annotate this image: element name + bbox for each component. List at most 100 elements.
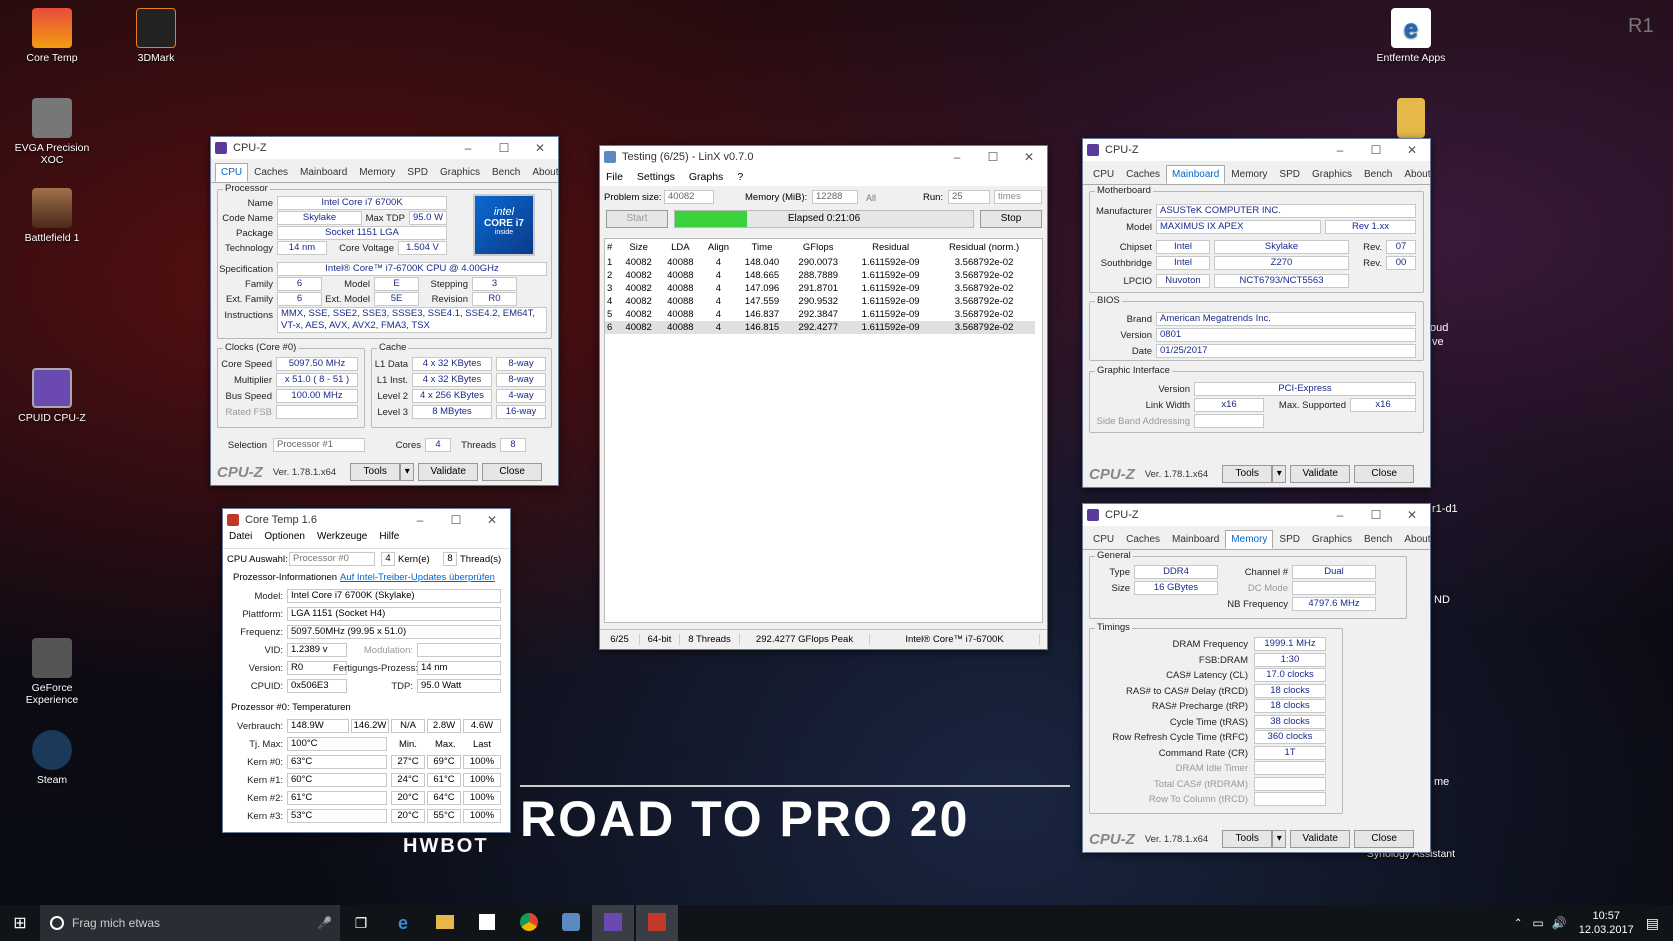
maximize-icon[interactable]: ☐ <box>975 146 1011 168</box>
desktop-icon-evga[interactable]: EVGA Precision XOC <box>7 98 97 166</box>
tab-spd[interactable]: SPD <box>401 163 434 182</box>
table-row[interactable]: 6 40082 40088 4 146.815 292.4277 1.611592e-09 3… <box>605 321 1035 334</box>
tab-mainboard[interactable]: Mainboard <box>1166 165 1226 184</box>
title-bar[interactable]: CPU-Z – ☐ ✕ <box>211 137 558 159</box>
volume-icon[interactable]: 🔊 <box>1552 916 1567 930</box>
tab-bench[interactable]: Bench <box>486 163 526 182</box>
desktop-icon-steam[interactable]: Steam <box>7 730 97 786</box>
column-header[interactable]: # <box>605 239 618 256</box>
chrome-icon[interactable] <box>508 912 550 934</box>
tab-cpu[interactable]: CPU <box>1087 165 1120 184</box>
run-count-input[interactable]: 25 <box>948 190 990 204</box>
close-icon[interactable]: ✕ <box>474 509 510 531</box>
tab-caches[interactable]: Caches <box>248 163 294 182</box>
title-bar[interactable]: Core Temp 1.6 – ☐ ✕ <box>223 509 510 531</box>
desktop-icon-folder[interactable] <box>1366 98 1456 142</box>
tab-cpu[interactable]: CPU <box>215 163 249 182</box>
processor-select[interactable]: Processor #1 <box>273 438 365 452</box>
microphone-icon[interactable]: 🎤 <box>317 916 332 930</box>
intel-updates-link[interactable]: Auf Intel-Treiber-Updates überprüfen <box>340 572 495 583</box>
tools-dropdown-icon[interactable]: ▾ <box>1272 830 1287 848</box>
close-icon[interactable]: ✕ <box>522 137 558 159</box>
tab-graphics[interactable]: Graphics <box>434 163 486 182</box>
table-row[interactable]: 2 40082 40088 4 148.665 288.7889 1.611592e-09 3… <box>605 269 1035 282</box>
title-bar[interactable]: CPU-Z – ☐ ✕ <box>1083 139 1430 161</box>
minimize-icon[interactable]: – <box>1322 139 1358 161</box>
tab-mainboard[interactable]: Mainboard <box>294 163 353 182</box>
tab-about[interactable]: About <box>1398 530 1436 549</box>
menu-werkzeuge[interactable]: Werkzeuge <box>317 531 367 548</box>
menu-optionen[interactable]: Optionen <box>264 531 305 548</box>
network-icon[interactable]: ▭ <box>1532 916 1543 930</box>
tab-memory[interactable]: Memory <box>353 163 401 182</box>
tools-dropdown-icon[interactable]: ▾ <box>400 463 415 481</box>
notification-icon[interactable]: ▤ <box>1646 915 1659 932</box>
cpuz-taskbar-icon[interactable] <box>592 905 634 941</box>
desktop-icon-core-temp[interactable]: Core Temp <box>7 8 97 64</box>
tab-about[interactable]: About <box>1398 165 1436 184</box>
close-button[interactable]: Close <box>1354 830 1415 848</box>
column-header[interactable]: Time <box>736 239 789 256</box>
close-icon[interactable]: ✕ <box>1011 146 1047 168</box>
tab-cpu[interactable]: CPU <box>1087 530 1120 549</box>
coretemp-taskbar-icon[interactable] <box>636 905 678 941</box>
tab-caches[interactable]: Caches <box>1120 530 1166 549</box>
menu-datei[interactable]: Datei <box>229 531 252 548</box>
tab-bench[interactable]: Bench <box>1358 165 1398 184</box>
minimize-icon[interactable]: – <box>1322 504 1358 526</box>
close-button[interactable]: Close <box>1354 465 1415 483</box>
tab-graphics[interactable]: Graphics <box>1306 530 1358 549</box>
desktop-icon-3dmark[interactable]: 3DMark <box>111 8 201 64</box>
minimize-icon[interactable]: – <box>939 146 975 168</box>
title-bar[interactable]: Testing (6/25) - LinX v0.7.0 – ☐ ✕ <box>600 146 1047 168</box>
menu-settings[interactable]: Settings <box>637 168 675 186</box>
close-button[interactable]: Close <box>482 463 543 481</box>
table-row[interactable]: 1 40082 40088 4 148.040 290.0073 1.611592e-09 3… <box>605 256 1035 269</box>
search-box[interactable]: Frag mich etwas 🎤 <box>40 905 340 941</box>
title-bar[interactable]: CPU-Z – ☐ ✕ <box>1083 504 1430 526</box>
tab-spd[interactable]: SPD <box>1273 165 1306 184</box>
column-header[interactable]: LDA <box>659 239 701 256</box>
menu-help[interactable]: ? <box>737 168 743 186</box>
tools-button[interactable]: Tools <box>1222 830 1273 848</box>
tab-memory[interactable]: Memory <box>1225 165 1273 184</box>
tab-memory[interactable]: Memory <box>1225 530 1274 549</box>
tab-caches[interactable]: Caches <box>1120 165 1166 184</box>
table-row[interactable]: 4 40082 40088 4 147.559 290.9532 1.611592e-09 3… <box>605 295 1035 308</box>
memory-input[interactable]: 12288 <box>812 190 858 204</box>
column-header[interactable]: GFlops <box>788 239 848 256</box>
file-explorer-icon[interactable] <box>424 914 466 932</box>
tools-button[interactable]: Tools <box>350 463 401 481</box>
close-icon[interactable]: ✕ <box>1394 504 1430 526</box>
desktop-icon-cpuz[interactable]: CPUID CPU-Z <box>7 368 97 424</box>
maximize-icon[interactable]: ☐ <box>1358 504 1394 526</box>
tab-graphics[interactable]: Graphics <box>1306 165 1358 184</box>
tab-spd[interactable]: SPD <box>1273 530 1306 549</box>
column-header[interactable]: Size <box>618 239 660 256</box>
maximize-icon[interactable]: ☐ <box>486 137 522 159</box>
column-header[interactable]: Residual <box>848 239 933 256</box>
store-icon[interactable] <box>466 913 508 933</box>
table-row[interactable]: 5 40082 40088 4 146.837 292.3847 1.611592e-09 3… <box>605 308 1035 321</box>
menu-hilfe[interactable]: Hilfe <box>379 531 399 548</box>
clock[interactable]: 10:57 12.03.2017 <box>1579 909 1634 937</box>
table-row[interactable]: 3 40082 40088 4 147.096 291.8701 1.611592e-09 3… <box>605 282 1035 295</box>
minimize-icon[interactable]: – <box>450 137 486 159</box>
tab-about[interactable]: About <box>526 163 564 182</box>
desktop-icon-battlefield[interactable]: Battlefield 1 <box>7 188 97 244</box>
tab-bench[interactable]: Bench <box>1358 530 1398 549</box>
close-icon[interactable]: ✕ <box>1394 139 1430 161</box>
tray-chevron-icon[interactable]: ⌃ <box>1514 918 1522 929</box>
menu-file[interactable]: File <box>606 168 623 186</box>
column-header[interactable]: Residual (norm.) <box>933 239 1035 256</box>
cpu-select[interactable]: Processor #0 <box>289 552 375 566</box>
task-view-icon[interactable]: ❐ <box>340 915 382 932</box>
tools-dropdown-icon[interactable]: ▾ <box>1272 465 1287 483</box>
maximize-icon[interactable]: ☐ <box>438 509 474 531</box>
minimize-icon[interactable]: – <box>402 509 438 531</box>
validate-button[interactable]: Validate <box>1290 465 1351 483</box>
desktop-icon-geforce[interactable]: GeForce Experience <box>7 638 97 706</box>
tab-mainboard[interactable]: Mainboard <box>1166 530 1225 549</box>
tools-button[interactable]: Tools <box>1222 465 1273 483</box>
stop-button[interactable]: Stop <box>980 210 1042 228</box>
